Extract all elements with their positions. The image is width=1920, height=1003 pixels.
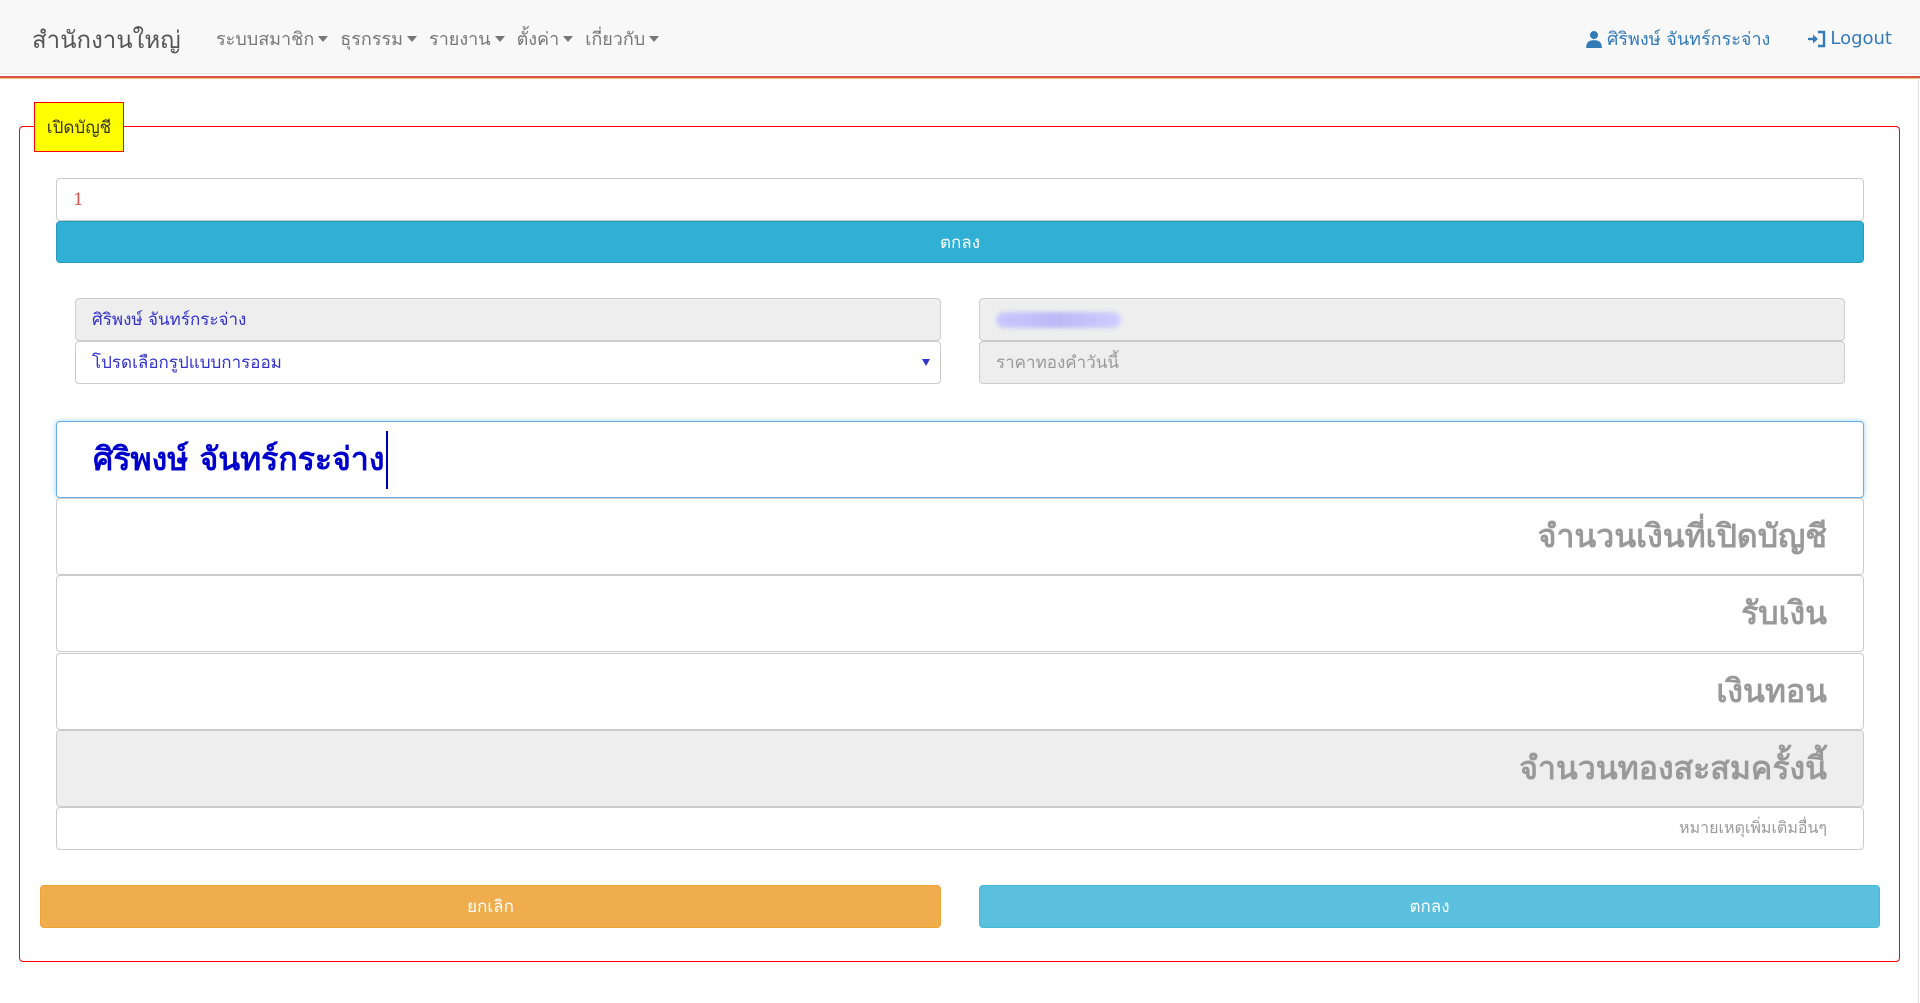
open-account-legend: เปิดบัญชี	[34, 102, 124, 152]
gold-price-field: ราคาทองคำวันนี้	[979, 341, 1845, 384]
navbar-right: ศิริพงษ์ จันทร์กระจ่าง Logout	[1585, 24, 1892, 53]
text-cursor	[386, 430, 389, 489]
user-profile-link[interactable]: ศิริพงษ์ จันทร์กระจ่าง	[1585, 24, 1770, 53]
nav-item-transactions[interactable]: ธุรกรรม	[340, 24, 418, 53]
navbar-menu: ระบบสมาชิก ธุรกรรม รายงาน ตั้งค่า เกี่ยว…	[216, 24, 660, 53]
received-amount-input[interactable]: รับเงิน	[56, 575, 1864, 652]
confirm-button[interactable]: ตกลง	[979, 885, 1880, 928]
name-display-field[interactable]: ศิริพงษ์ จันทร์กระจ่าง	[56, 421, 1864, 498]
caret-down-icon	[922, 359, 930, 366]
member-id-field	[979, 298, 1845, 341]
change-amount-input[interactable]: เงินทอน	[56, 653, 1864, 730]
nav-item-about[interactable]: เกี่ยวกับ	[585, 24, 660, 53]
nav-item-settings-label: ตั้งค่า	[516, 29, 560, 50]
user-name-label: ศิริพงษ์ จันทร์กระจ่าง	[1606, 29, 1771, 50]
note-input[interactable]: หมายเหตุเพิ่มเติมอื่นๆ	[56, 807, 1864, 850]
navbar-accent-line	[0, 76, 1920, 79]
member-name-field: ศิริพงษ์ จันทร์กระจ่าง	[75, 298, 941, 341]
caret-down-icon	[494, 35, 505, 42]
logout-link[interactable]: Logout	[1806, 24, 1892, 53]
note-placeholder: หมายเหตุเพิ่มเติมอื่นๆ	[1679, 818, 1827, 837]
savings-plan-selected: โปรดเลือกรูปแบบการออม	[92, 353, 282, 373]
page-right-border	[1918, 78, 1919, 1003]
savings-plan-select[interactable]: โปรดเลือกรูปแบบการออม	[75, 341, 941, 384]
open-amount-input[interactable]: จำนวนเงินที่เปิดบัญชี	[56, 498, 1864, 575]
caret-down-icon	[649, 35, 660, 42]
gold-accumulated-placeholder: จำนวนทองสะสมครั้งนี้	[1519, 749, 1827, 787]
navbar-brand[interactable]: สำนักงานใหญ่	[32, 20, 181, 59]
nav-item-settings[interactable]: ตั้งค่า	[517, 24, 574, 53]
open-amount-placeholder: จำนวนเงินที่เปิดบัญชี	[1537, 517, 1827, 555]
caret-down-icon	[407, 35, 418, 42]
nav-item-members-label: ระบบสมาชิก	[216, 29, 315, 50]
nav-item-reports[interactable]: รายงาน	[429, 24, 505, 53]
cancel-button[interactable]: ยกเลิก	[40, 885, 941, 928]
caret-down-icon	[563, 35, 574, 42]
logout-label: Logout	[1830, 28, 1892, 49]
nav-item-transactions-label: ธุรกรรม	[340, 29, 404, 50]
nav-item-members[interactable]: ระบบสมาชิก	[216, 24, 329, 53]
member-search-input[interactable]: 1	[56, 178, 1864, 221]
gold-accumulated-field: จำนวนทองสะสมครั้งนี้	[56, 730, 1864, 807]
nav-item-reports-label: รายงาน	[429, 29, 491, 50]
caret-down-icon	[318, 35, 329, 42]
change-amount-placeholder: เงินทอน	[1716, 672, 1827, 710]
received-amount-placeholder: รับเงิน	[1741, 594, 1827, 632]
top-navbar: สำนักงานใหญ่ ระบบสมาชิก ธุรกรรม รายงาน ต…	[0, 0, 1920, 74]
search-submit-button[interactable]: ตกลง	[56, 221, 1864, 263]
user-icon	[1586, 30, 1602, 48]
nav-item-about-label: เกี่ยวกับ	[585, 29, 646, 50]
redacted-value	[996, 311, 1121, 328]
name-display-text: ศิริพงษ์ จันทร์กระจ่าง	[93, 440, 385, 478]
log-in-icon	[1808, 30, 1826, 47]
